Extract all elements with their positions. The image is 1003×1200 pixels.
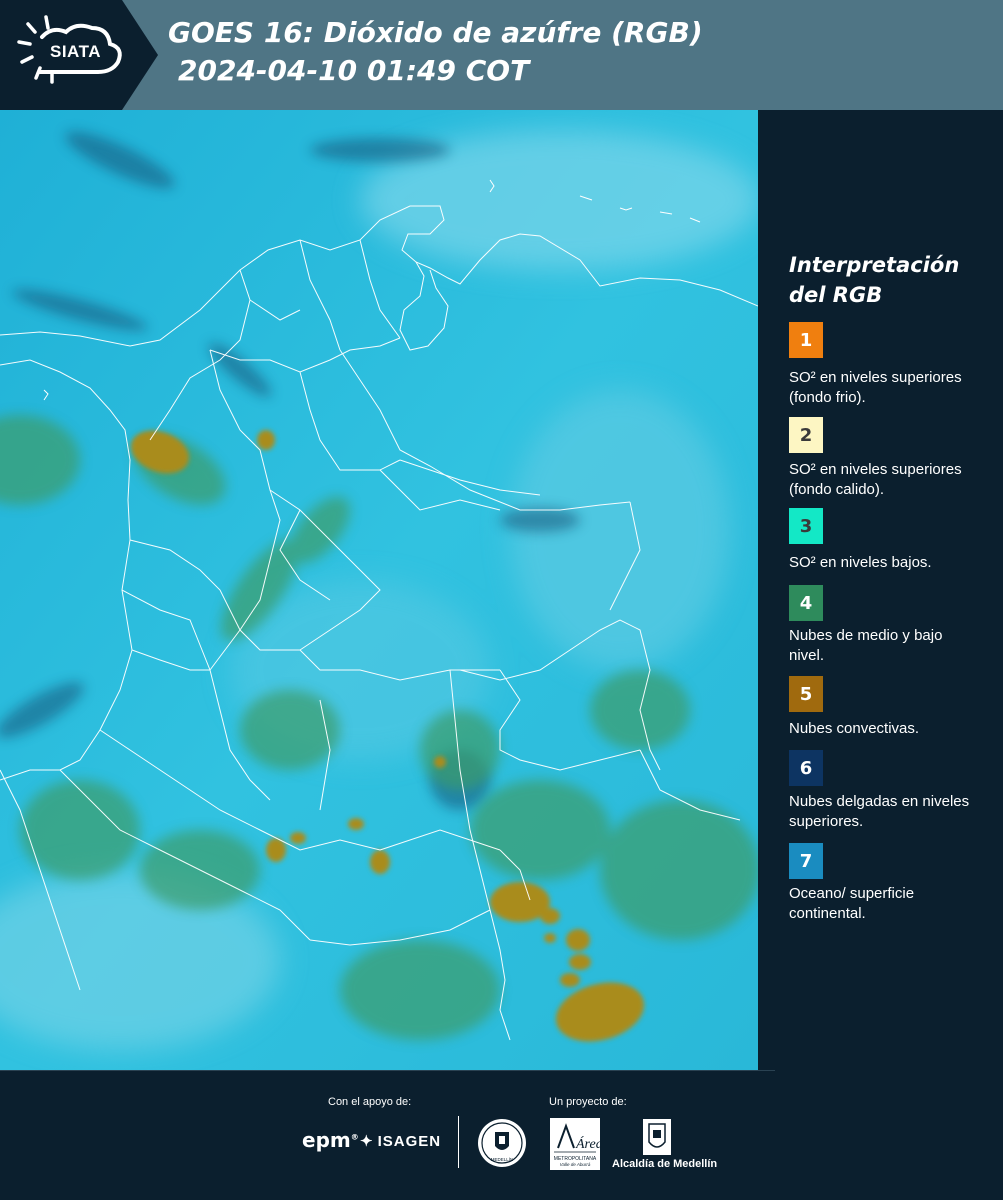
- legend-swatch-6: 6: [789, 750, 823, 786]
- legend-swatch-7: 7: [789, 843, 823, 879]
- legend-swatch-4: 4: [789, 585, 823, 621]
- legend-swatch-3: 3: [789, 508, 823, 544]
- siata-logo: SIATA: [0, 0, 160, 110]
- legend-label-7: Oceano/ superficie continental.: [789, 885, 915, 922]
- legend-label-5: Nubes convectivas.: [789, 720, 920, 737]
- legend-swatch-5: 5: [789, 676, 823, 712]
- footer-divider: [458, 1116, 459, 1168]
- satellite-map[interactable]: [0, 110, 758, 1070]
- svg-text:MEDELLÍN: MEDELLÍN: [491, 1156, 514, 1162]
- legend-swatch-1: 1: [789, 322, 823, 358]
- legend-label-2: SO² en niveles superiores (fondo calido)…: [789, 461, 962, 498]
- support-label: Con el apoyo de:: [328, 1096, 412, 1108]
- alcaldia-label: Alcaldía de Medellín: [612, 1158, 718, 1170]
- header-bar: SIATA GOES 16: Dióxido de azúfre (RGB) 2…: [0, 0, 1003, 110]
- legend-label-6: Nubes delgadas en niveles superiores.: [789, 793, 970, 830]
- timestamp-title: 2024-04-10 01:49 COT: [178, 54, 530, 87]
- svg-text:Área: Área: [575, 1135, 600, 1152]
- legend-panel: Interpretación del RGB 1 SO² en niveles …: [758, 110, 1003, 1070]
- siata-logo-text: SIATA: [50, 42, 101, 61]
- map-canvas: [0, 110, 758, 1070]
- legend-title: Interpretación del RGB: [789, 253, 960, 307]
- medellin-seal-icon: MEDELLÍN: [478, 1119, 526, 1167]
- isagen-logo: ✦ ISAGEN: [360, 1133, 442, 1150]
- legend-swatch-2: 2: [789, 417, 823, 453]
- legend-label-3: SO² en niveles bajos.: [789, 554, 932, 571]
- footer: Con el apoyo de: Un proyecto de: epm® ✦ I…: [0, 1070, 1003, 1200]
- project-label: Un proyecto de:: [549, 1096, 627, 1108]
- alcaldia-shield-icon: [643, 1119, 671, 1155]
- area-metropolitana-logo: Área METROPOLITANA Valle de Aburrá: [550, 1118, 600, 1170]
- epm-logo: epm®: [302, 1128, 359, 1152]
- isagen-mark-icon: ✦: [360, 1133, 374, 1150]
- page-title: GOES 16: Dióxido de azúfre (RGB): [168, 16, 703, 49]
- legend-label-1: SO² en niveles superiores (fondo frio).: [789, 369, 962, 406]
- svg-text:Valle de Aburrá: Valle de Aburrá: [560, 1162, 591, 1167]
- legend-label-4: Nubes de medio y bajo nivel.: [789, 627, 943, 664]
